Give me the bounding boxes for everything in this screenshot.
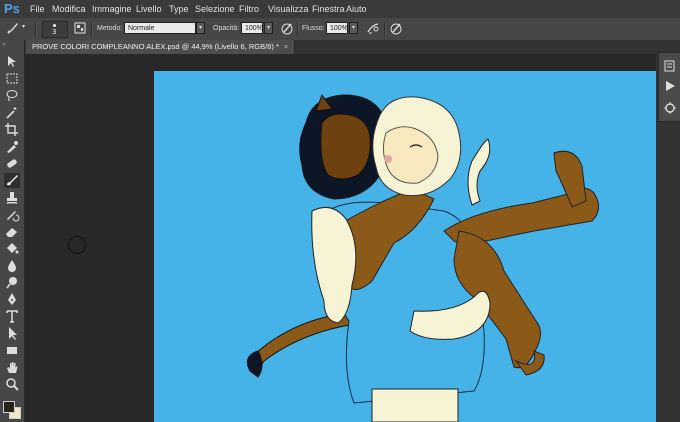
divider — [297, 22, 299, 36]
paint-bucket-tool-icon[interactable] — [4, 241, 20, 256]
document-canvas[interactable] — [154, 71, 656, 422]
zoom-tool-icon[interactable] — [4, 377, 20, 392]
actions-play-icon[interactable] — [662, 79, 678, 93]
brush-presets-icon[interactable] — [662, 101, 678, 115]
flow-field[interactable]: 100% — [326, 22, 348, 34]
artwork-illustration — [246, 93, 599, 422]
dodge-tool-icon[interactable] — [4, 275, 20, 290]
menu-modifica[interactable]: Modifica — [52, 4, 86, 14]
document-tab[interactable]: PROVE COLORI COMPLEANNO ALEX.psd @ 44,9%… — [26, 40, 296, 54]
eraser-tool-icon[interactable] — [4, 224, 20, 239]
hand-tool-icon[interactable] — [4, 360, 20, 375]
collapsed-panels — [658, 52, 680, 122]
type-tool-icon[interactable] — [4, 309, 20, 324]
brush-panel-icon[interactable] — [73, 21, 87, 35]
blend-mode-chevron-icon[interactable]: ▾ — [196, 22, 205, 34]
menu-filtro[interactable]: Filtro — [239, 4, 259, 14]
panel-collapse-icon[interactable]: » — [2, 42, 22, 48]
menu-immagine[interactable]: Immagine — [92, 4, 132, 14]
blur-tool-icon[interactable] — [4, 258, 20, 273]
opacita-label: Opacità: — [213, 25, 240, 32]
photoshop-logo: Ps — [4, 1, 20, 16]
brush-tip-preview — [53, 24, 56, 27]
divider — [91, 22, 93, 36]
opacity-field[interactable]: 100% — [241, 22, 263, 34]
chevron-down-icon[interactable]: ▾ — [22, 23, 25, 30]
pressure-opacity-icon[interactable] — [280, 21, 294, 35]
divider — [35, 22, 37, 36]
brush-size-value: 3 — [52, 28, 57, 36]
tools-panel: » — [0, 40, 25, 422]
lasso-tool-icon[interactable] — [4, 88, 20, 103]
menu-bar: Ps File Modifica Immagine Livello Type S… — [0, 0, 680, 19]
menu-livello[interactable]: Livello — [136, 4, 162, 14]
document-tab-title: PROVE COLORI COMPLEANNO ALEX.psd @ 44,9%… — [32, 42, 279, 51]
menu-aiuto[interactable]: Aiuto — [346, 4, 367, 14]
pasteboard — [25, 54, 656, 422]
brush-size-picker[interactable]: 3 — [42, 21, 68, 38]
foreground-color-swatch[interactable] — [3, 401, 15, 413]
rectangle-tool-icon[interactable] — [4, 343, 20, 358]
pen-tool-icon[interactable] — [4, 292, 20, 307]
close-icon[interactable]: × — [284, 42, 288, 51]
eyedropper-tool-icon[interactable] — [4, 139, 20, 154]
menu-selezione[interactable]: Selezione — [195, 4, 235, 14]
path-selection-tool-icon[interactable] — [4, 326, 20, 341]
flow-chevron-icon[interactable]: ▾ — [349, 22, 358, 34]
history-brush-tool-icon[interactable] — [4, 207, 20, 222]
brush-cursor — [68, 236, 86, 254]
flusso-label: Flusso: — [302, 25, 325, 32]
move-tool-icon[interactable] — [4, 54, 20, 69]
menu-type[interactable]: Type — [169, 4, 189, 14]
menu-visualizza[interactable]: Visualizza — [268, 4, 308, 14]
menu-file[interactable]: File — [30, 4, 45, 14]
document-tab-strip: PROVE COLORI COMPLEANNO ALEX.psd @ 44,9%… — [24, 40, 656, 54]
options-bar: ▾ 3 Metodo: Normale ▾ Opacità: 100% ▾ Fl… — [0, 18, 680, 41]
airbrush-icon[interactable] — [366, 21, 380, 35]
magic-wand-tool-icon[interactable] — [4, 105, 20, 120]
menu-finestra[interactable]: Finestra — [312, 4, 345, 14]
healing-brush-tool-icon[interactable] — [4, 156, 20, 171]
clone-stamp-tool-icon[interactable] — [4, 190, 20, 205]
marquee-tool-icon[interactable] — [4, 71, 20, 86]
divider — [384, 22, 386, 36]
opacity-chevron-icon[interactable]: ▾ — [264, 22, 273, 34]
metodo-label: Metodo: — [97, 25, 123, 32]
brush-tool-preset-icon[interactable] — [6, 21, 20, 35]
pressure-size-icon[interactable] — [389, 21, 403, 35]
blend-mode-select[interactable]: Normale — [124, 22, 196, 34]
history-icon[interactable] — [662, 59, 678, 73]
crop-tool-icon[interactable] — [4, 122, 20, 137]
brush-tool-icon[interactable] — [4, 173, 20, 188]
